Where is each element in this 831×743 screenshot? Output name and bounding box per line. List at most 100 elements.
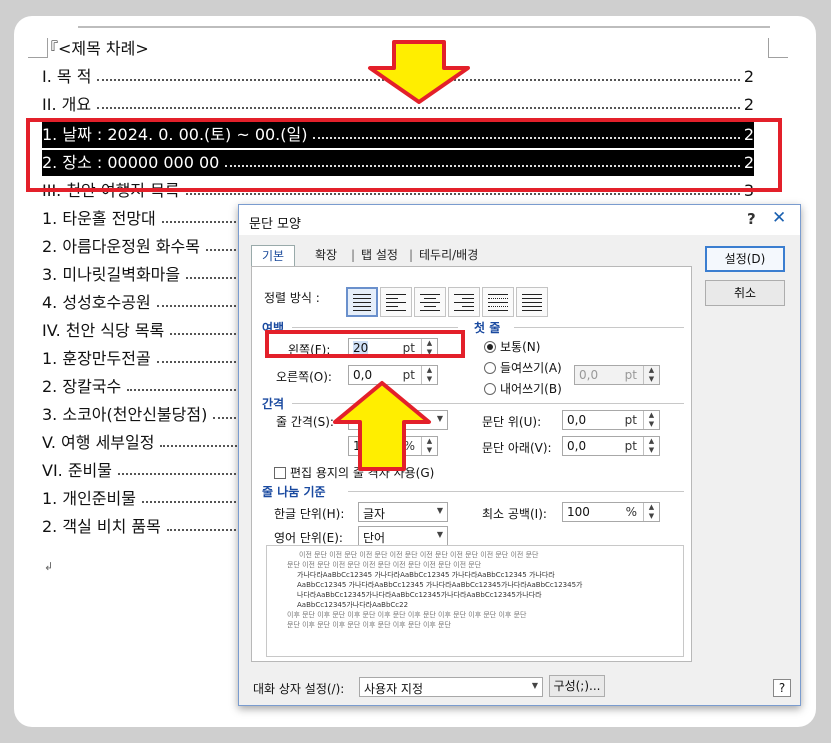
preview-line: 나다라AaBbCc12345가나다라AaBbCc12345가나다라AaBbCc1… [297, 591, 542, 599]
spin-arrows-icon[interactable]: ▲ ▼ [643, 411, 659, 429]
help-icon[interactable]: ? [747, 210, 756, 228]
divider [348, 491, 684, 492]
english-unit-value: 단어 [363, 531, 386, 545]
spin-arrows-icon[interactable]: ▲ ▼ [643, 366, 659, 384]
align-justify-button[interactable] [346, 287, 378, 317]
help-button[interactable]: ? [773, 679, 791, 697]
tab-extended[interactable]: 확장 [315, 245, 337, 267]
korean-unit-select[interactable]: 글자 ▼ [358, 502, 448, 522]
space-below-label: 문단 아래(V): [482, 441, 552, 455]
line-break-section-title: 줄 나눔 기준 [262, 485, 326, 499]
toc-entry-text: 3. 소코아(천안신불당점) [42, 405, 208, 424]
toc-entry-text: 1. 훈장만두전골 [42, 349, 151, 368]
min-space-input[interactable]: 100 % ▲ ▼ [562, 502, 660, 522]
space-above-input[interactable]: 0,0 pt ▲ ▼ [562, 410, 660, 430]
space-below-value: 0,0 [567, 439, 587, 453]
toc-entry-text: V. 여행 세부일정 [42, 433, 155, 452]
toc-leader-dots [185, 193, 740, 195]
close-icon[interactable]: ✕ [772, 208, 786, 228]
spin-arrows-icon[interactable]: ▲ ▼ [643, 437, 659, 455]
english-unit-select[interactable]: 단어 ▼ [358, 526, 448, 546]
dialog-setting-select[interactable]: 사용자 지정 ▼ [359, 677, 543, 697]
first-line-normal-radio[interactable]: 보통(N) [484, 338, 540, 355]
tab-separator: | [351, 248, 356, 262]
toc-page-number: 2 [743, 67, 754, 86]
toc-entry-text: 2. 객실 비치 품목 [42, 517, 161, 536]
toc-entry-text: IV. 천안 식당 목록 [42, 321, 165, 340]
paragraph-preview: 이전 문단 이전 문단 이전 문단 이전 문단 이전 문단 이전 문단 이전 문… [266, 545, 684, 657]
arrow-down-icon [368, 40, 470, 104]
toc-entry-text: 1. 타운홀 전망대 [42, 209, 156, 228]
unit-label: % [625, 505, 637, 519]
align-divide-button[interactable] [516, 287, 548, 317]
chevron-down-icon: ▼ [531, 681, 538, 690]
chevron-down-icon: ▼ [436, 530, 443, 539]
min-space-label: 최소 공백(I): [482, 507, 547, 521]
toc-entry-text: 1. 개인준비물 [42, 489, 136, 508]
spin-arrows-icon[interactable]: ▲ ▼ [643, 503, 659, 521]
toc-entry-text: 2. 아름다운정원 화수목 [42, 237, 200, 256]
first-line-hanging-radio[interactable]: 내어쓰기(B) [484, 380, 562, 397]
tab-separator: | [409, 248, 414, 262]
basic-tab-panel: 정렬 방식 : 여백 왼쪽(F): 20 pt ▲ ▼ 오른쪽(O): 0,0 p… [251, 266, 692, 662]
korean-unit-label: 한글 단위(H): [274, 507, 345, 521]
space-above-value: 0,0 [567, 413, 587, 427]
dialog-title: 문단 모양 [249, 217, 301, 232]
ok-button[interactable]: 설정(D) [705, 246, 785, 272]
min-space-value: 100 [567, 505, 590, 519]
align-distribute-button[interactable] [482, 287, 514, 317]
paragraph-mark: ↲ [44, 560, 54, 573]
line-spacing-label: 줄 간격(S): [276, 415, 334, 429]
korean-unit-value: 글자 [363, 507, 386, 521]
preview-line: 가나다라AaBbCc12345 가나다라AaBbCc12345 가나다라AaBb… [297, 571, 555, 579]
dialog-setting-value: 사용자 지정 [364, 682, 424, 696]
chevron-down-icon: ▼ [436, 506, 443, 515]
tab-tab-settings[interactable]: 탭 설정 [361, 245, 398, 267]
first-line-indent-radio[interactable]: 들여쓰기(A) [484, 359, 562, 376]
toc-entry-text: 2. 장칼국수 [42, 377, 122, 396]
toc-entry-text: 『<제목 차례> [42, 39, 149, 58]
tab-border-background[interactable]: 테두리/배경 [419, 245, 478, 267]
preview-line: 문단 이전 문단 이전 문단 이전 문단 이전 문단 이전 문단 이전 문단 [287, 561, 482, 569]
margin-corner-right [768, 38, 788, 58]
paragraph-shape-dialog[interactable]: 문단 모양 ? ✕ 기본 확장 | 탭 설정 | 테두리/배경 정렬 방식 : … [238, 204, 801, 706]
config-button[interactable]: 구성(;)... [549, 675, 605, 697]
radio-label: 들여쓰기(A) [500, 361, 562, 375]
align-right-button[interactable] [448, 287, 480, 317]
preview-line: AaBbCc12345 가나다라AaBbCc12345 가나다라AaBbCc12… [297, 581, 583, 589]
toc-page-number: 2 [743, 95, 754, 114]
align-center-button[interactable] [414, 287, 446, 317]
right-margin-label: 오른쪽(O): [276, 370, 332, 384]
toc-entry-text: 4. 성성호수공원 [42, 293, 151, 312]
radio-label: 보통(N) [500, 340, 541, 354]
toc-entry-text: I. 목 적 [42, 67, 92, 86]
divider [292, 327, 458, 328]
space-above-label: 문단 위(U): [482, 415, 542, 429]
page-top-edge [78, 26, 770, 28]
space-below-input[interactable]: 0,0 pt ▲ ▼ [562, 436, 660, 456]
toc-leader-dots [97, 107, 740, 109]
align-left-button[interactable] [380, 287, 412, 317]
dialog-title-bar[interactable]: 문단 모양 ? ✕ [239, 205, 800, 235]
english-unit-label: 영어 단위(E): [274, 531, 343, 545]
divider [514, 327, 684, 328]
first-line-value: 0,0 [579, 368, 599, 382]
toc-entry-text: 3. 미나릿길벽화마을 [42, 265, 181, 284]
dialog-setting-label: 대화 상자 설정(/): [253, 682, 345, 696]
spacing-section-title: 간격 [262, 397, 285, 411]
selection-highlight-box [26, 118, 782, 192]
preview-line: AaBbCc12345가나다라AaBbCc22 [297, 601, 409, 609]
left-margin-highlight-box [265, 330, 465, 358]
first-line-section-title: 첫 줄 [474, 321, 501, 335]
toc-entry-text: II. 개요 [42, 95, 92, 114]
unit-label: pt [624, 368, 637, 382]
align-buttons [346, 287, 548, 317]
preview-line: 이후 문단 이후 문단 이후 문단 이후 문단 이후 문단 이후 문단 이후 문… [287, 611, 527, 619]
preview-line: 문단 이후 문단 이후 문단 이후 문단 이후 문단 이후 문단 [287, 621, 451, 629]
first-line-amount-input[interactable]: 0,0 pt ▲ ▼ [574, 365, 660, 385]
tab-basic[interactable]: 기본 [251, 245, 296, 267]
cancel-button[interactable]: 취소 [705, 280, 785, 306]
preview-line: 이전 문단 이전 문단 이전 문단 이전 문단 이전 문단 이전 문단 이전 문… [299, 551, 539, 559]
toc-entry-text: VI. 준비물 [42, 461, 112, 480]
radio-label: 내어쓰기(B) [500, 382, 562, 396]
